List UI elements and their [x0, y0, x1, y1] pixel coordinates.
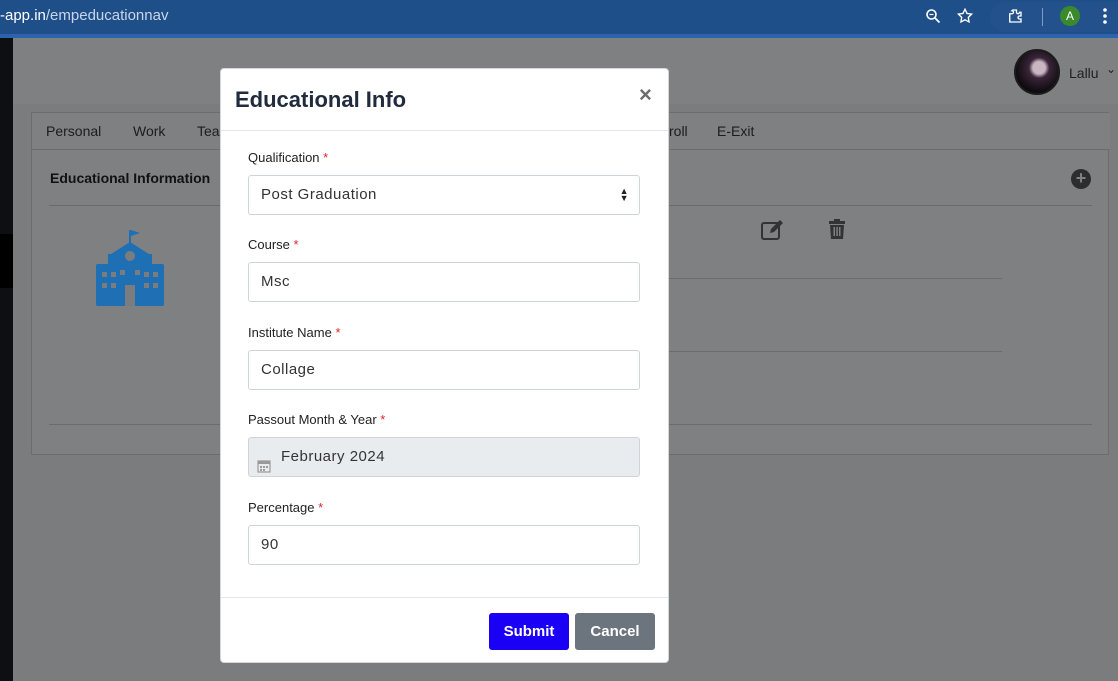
- modal-footer-divider: [221, 597, 668, 598]
- required-marker: *: [293, 237, 299, 252]
- add-circle-icon[interactable]: +: [1071, 169, 1091, 189]
- cancel-button[interactable]: Cancel: [575, 613, 655, 650]
- percentage-value: 90: [261, 536, 279, 553]
- course-label: Course *: [248, 237, 299, 252]
- profile-avatar[interactable]: A: [1060, 6, 1080, 26]
- submit-button[interactable]: Submit: [489, 613, 569, 650]
- tab-work[interactable]: Work: [133, 123, 165, 139]
- modal-title: Educational Info: [235, 87, 407, 112]
- extensions-icon[interactable]: [1004, 5, 1026, 27]
- tab-personal[interactable]: Personal: [46, 123, 101, 139]
- trash-icon[interactable]: [828, 219, 846, 244]
- address-bar[interactable]: -app.in/empeducationnav: [0, 7, 168, 24]
- percentage-label: Percentage *: [248, 500, 323, 515]
- educational-info-modal: Educational Info × Qualification * Post …: [220, 68, 669, 663]
- passout-label: Passout Month & Year *: [248, 412, 385, 427]
- divider: [667, 278, 1002, 279]
- institute-value: Collage: [261, 361, 316, 378]
- menu-icon[interactable]: [1094, 5, 1116, 27]
- passout-value: February 2024: [281, 448, 386, 465]
- qualification-select[interactable]: Post Graduation ▲ ▼: [248, 175, 640, 215]
- chevron-down-icon[interactable]: ⌄: [1106, 62, 1116, 76]
- institute-label: Institute Name *: [248, 325, 341, 340]
- institute-input[interactable]: Collage: [248, 350, 640, 390]
- select-arrows-icon: ▲ ▼: [619, 186, 629, 203]
- passout-date-input[interactable]: February 2024: [248, 437, 640, 477]
- required-marker: *: [335, 325, 341, 340]
- side-strip-mark: [0, 234, 13, 288]
- percentage-label-text: Percentage: [248, 500, 315, 515]
- percentage-input[interactable]: 90: [248, 525, 640, 565]
- tab-payroll[interactable]: roll: [669, 123, 688, 139]
- star-icon[interactable]: [954, 5, 976, 27]
- url-path: /empeducationnav: [45, 7, 169, 24]
- qualification-label: Qualification *: [248, 150, 328, 165]
- required-marker: *: [318, 500, 324, 515]
- close-icon[interactable]: ×: [639, 82, 652, 108]
- tab-team[interactable]: Tea: [197, 123, 220, 139]
- toolbar-separator: [1042, 8, 1043, 26]
- course-input[interactable]: Msc: [248, 262, 640, 302]
- user-name[interactable]: Lallu: [1069, 65, 1099, 81]
- zoom-icon[interactable]: [922, 5, 944, 27]
- side-strip: [0, 38, 13, 681]
- edit-icon[interactable]: [761, 219, 785, 246]
- qualification-label-text: Qualification: [248, 150, 320, 165]
- user-avatar[interactable]: [1014, 49, 1060, 95]
- course-value: Msc: [261, 273, 290, 290]
- divider: [667, 351, 1002, 352]
- section-title: Educational Information: [50, 170, 211, 186]
- browser-toolbar: -app.in/empeducationnav A: [0, 0, 1118, 38]
- tab-e-exit[interactable]: E-Exit: [717, 123, 754, 139]
- modal-header: Educational Info ×: [221, 69, 668, 131]
- calendar-icon: [257, 450, 271, 488]
- required-marker: *: [380, 412, 386, 427]
- url-host: -app.in: [0, 7, 46, 24]
- school-icon: [94, 230, 166, 311]
- course-label-text: Course: [248, 237, 290, 252]
- qualification-value: Post Graduation: [261, 186, 377, 203]
- required-marker: *: [323, 150, 329, 165]
- institute-label-text: Institute Name: [248, 325, 332, 340]
- passout-label-text: Passout Month & Year: [248, 412, 377, 427]
